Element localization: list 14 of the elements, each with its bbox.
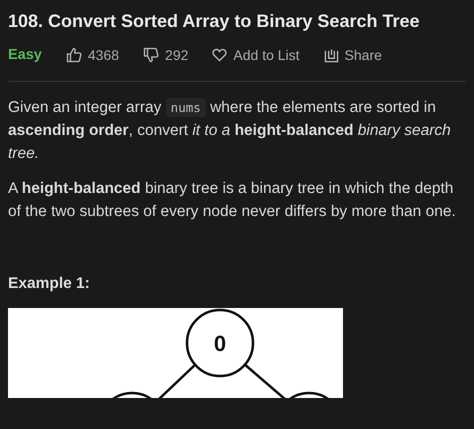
problem-title: 108. Convert Sorted Array to Binary Search Tree [8,10,420,33]
thumbs-up-icon [66,47,82,63]
description-text: Given an integer array nums where the elements are sorted in ascending order, convert it to a height-balanced binary search tree. [8,97,452,164]
difficulty-label: Easy [8,47,42,63]
binary-tree-diagram: 0 [8,308,343,398]
heart-icon [212,48,228,62]
description-text: A height-balanced binary tree is a binary tree in which the depth of the two subtrees of every node never differs by more than one. [8,179,457,222]
example-heading: Example 1: [8,275,91,293]
favorite-button[interactable]: Add to List [212,47,300,63]
share-button[interactable]: Share [324,47,382,63]
share-icon [324,48,339,62]
thumbs-down-icon [143,47,160,63]
like-button[interactable]: 4368 [66,47,120,63]
dislike-button[interactable]: 292 [143,47,188,63]
